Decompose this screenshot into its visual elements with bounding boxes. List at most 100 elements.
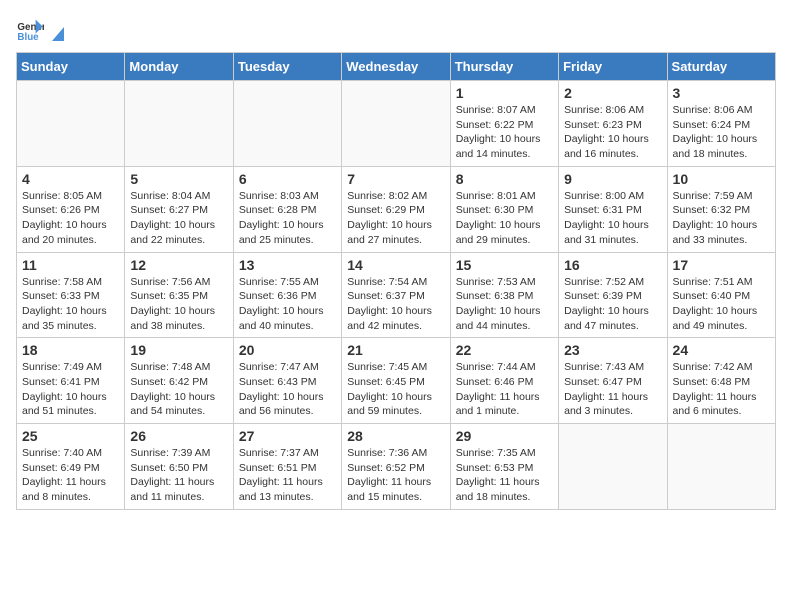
day-number: 7 xyxy=(347,171,444,187)
day-info: Sunrise: 7:39 AMSunset: 6:50 PMDaylight:… xyxy=(130,446,227,505)
calendar-cell: 25Sunrise: 7:40 AMSunset: 6:49 PMDayligh… xyxy=(17,424,125,510)
day-number: 21 xyxy=(347,342,444,358)
logo-icon: General Blue xyxy=(16,16,44,44)
day-number: 15 xyxy=(456,257,553,273)
day-info: Sunrise: 7:55 AMSunset: 6:36 PMDaylight:… xyxy=(239,275,336,334)
column-header-sunday: Sunday xyxy=(17,53,125,81)
page-header: General Blue xyxy=(16,16,776,44)
calendar-week-row: 1 Sunrise: 8:07 AMSunset: 6:22 PMDaylight… xyxy=(17,81,776,167)
calendar-week-row: 11 Sunrise: 7:58 AMSunset: 6:33 PMDayligh… xyxy=(17,252,776,338)
day-info: Sunrise: 8:00 AMSunset: 6:31 PMDaylight:… xyxy=(564,189,661,248)
day-number: 26 xyxy=(130,428,227,444)
calendar-cell: 10 Sunrise: 7:59 AMSunset: 6:32 PMDayligh… xyxy=(667,166,775,252)
column-header-thursday: Thursday xyxy=(450,53,558,81)
day-info: Sunrise: 8:04 AMSunset: 6:27 PMDaylight:… xyxy=(130,189,227,248)
column-header-friday: Friday xyxy=(559,53,667,81)
calendar-cell: 12 Sunrise: 7:56 AMSunset: 6:35 PMDayligh… xyxy=(125,252,233,338)
day-info: Sunrise: 7:53 AMSunset: 6:38 PMDaylight:… xyxy=(456,275,553,334)
day-number: 14 xyxy=(347,257,444,273)
day-info: Sunrise: 7:56 AMSunset: 6:35 PMDaylight:… xyxy=(130,275,227,334)
day-number: 4 xyxy=(22,171,119,187)
day-info: Sunrise: 7:52 AMSunset: 6:39 PMDaylight:… xyxy=(564,275,661,334)
day-info: Sunrise: 8:06 AMSunset: 6:24 PMDaylight:… xyxy=(673,103,770,162)
calendar-cell: 6Sunrise: 8:03 AMSunset: 6:28 PMDaylight… xyxy=(233,166,341,252)
calendar-cell: 21 Sunrise: 7:45 AMSunset: 6:45 PMDayligh… xyxy=(342,338,450,424)
calendar-cell xyxy=(233,81,341,167)
calendar-cell: 7 Sunrise: 8:02 AMSunset: 6:29 PMDaylight… xyxy=(342,166,450,252)
column-header-tuesday: Tuesday xyxy=(233,53,341,81)
svg-text:Blue: Blue xyxy=(17,32,39,43)
day-info: Sunrise: 7:37 AMSunset: 6:51 PMDaylight:… xyxy=(239,446,336,505)
day-info: Sunrise: 7:51 AMSunset: 6:40 PMDaylight:… xyxy=(673,275,770,334)
day-number: 8 xyxy=(456,171,553,187)
day-number: 12 xyxy=(130,257,227,273)
calendar-cell: 18Sunrise: 7:49 AMSunset: 6:41 PMDayligh… xyxy=(17,338,125,424)
day-number: 19 xyxy=(130,342,227,358)
day-info: Sunrise: 8:06 AMSunset: 6:23 PMDaylight:… xyxy=(564,103,661,162)
calendar-cell: 9 Sunrise: 8:00 AMSunset: 6:31 PMDaylight… xyxy=(559,166,667,252)
day-number: 13 xyxy=(239,257,336,273)
calendar-cell: 8Sunrise: 8:01 AMSunset: 6:30 PMDaylight… xyxy=(450,166,558,252)
day-info: Sunrise: 7:36 AMSunset: 6:52 PMDaylight:… xyxy=(347,446,444,505)
day-info: Sunrise: 8:07 AMSunset: 6:22 PMDaylight:… xyxy=(456,103,553,162)
calendar-cell: 14Sunrise: 7:54 AMSunset: 6:37 PMDayligh… xyxy=(342,252,450,338)
day-info: Sunrise: 7:45 AMSunset: 6:45 PMDaylight:… xyxy=(347,360,444,419)
day-info: Sunrise: 7:44 AMSunset: 6:46 PMDaylight:… xyxy=(456,360,553,419)
day-number: 3 xyxy=(673,85,770,101)
calendar-cell: 27 Sunrise: 7:37 AMSunset: 6:51 PMDayligh… xyxy=(233,424,341,510)
day-info: Sunrise: 7:48 AMSunset: 6:42 PMDaylight:… xyxy=(130,360,227,419)
day-number: 2 xyxy=(564,85,661,101)
day-info: Sunrise: 7:49 AMSunset: 6:41 PMDaylight:… xyxy=(22,360,119,419)
calendar-cell: 19 Sunrise: 7:48 AMSunset: 6:42 PMDayligh… xyxy=(125,338,233,424)
day-number: 5 xyxy=(130,171,227,187)
calendar-cell: 3 Sunrise: 8:06 AMSunset: 6:24 PMDaylight… xyxy=(667,81,775,167)
calendar-cell xyxy=(125,81,233,167)
day-number: 9 xyxy=(564,171,661,187)
calendar-cell: 29Sunrise: 7:35 AMSunset: 6:53 PMDayligh… xyxy=(450,424,558,510)
day-number: 28 xyxy=(347,428,444,444)
logo-triangle-icon xyxy=(48,23,68,43)
day-number: 29 xyxy=(456,428,553,444)
day-number: 20 xyxy=(239,342,336,358)
calendar-header: SundayMondayTuesdayWednesdayThursdayFrid… xyxy=(17,53,776,81)
calendar-cell: 5 Sunrise: 8:04 AMSunset: 6:27 PMDaylight… xyxy=(125,166,233,252)
calendar-cell: 28 Sunrise: 7:36 AMSunset: 6:52 PMDayligh… xyxy=(342,424,450,510)
day-number: 10 xyxy=(673,171,770,187)
day-number: 11 xyxy=(22,257,119,273)
day-info: Sunrise: 7:47 AMSunset: 6:43 PMDaylight:… xyxy=(239,360,336,419)
day-info: Sunrise: 7:59 AMSunset: 6:32 PMDaylight:… xyxy=(673,189,770,248)
day-number: 1 xyxy=(456,85,553,101)
day-number: 17 xyxy=(673,257,770,273)
calendar-cell: 16 Sunrise: 7:52 AMSunset: 6:39 PMDayligh… xyxy=(559,252,667,338)
calendar-cell: 20 Sunrise: 7:47 AMSunset: 6:43 PMDayligh… xyxy=(233,338,341,424)
calendar-cell: 26 Sunrise: 7:39 AMSunset: 6:50 PMDayligh… xyxy=(125,424,233,510)
calendar-week-row: 25Sunrise: 7:40 AMSunset: 6:49 PMDayligh… xyxy=(17,424,776,510)
column-header-wednesday: Wednesday xyxy=(342,53,450,81)
day-info: Sunrise: 8:03 AMSunset: 6:28 PMDaylight:… xyxy=(239,189,336,248)
day-number: 27 xyxy=(239,428,336,444)
column-header-saturday: Saturday xyxy=(667,53,775,81)
calendar-cell xyxy=(667,424,775,510)
calendar-cell: 24Sunrise: 7:42 AMSunset: 6:48 PMDayligh… xyxy=(667,338,775,424)
calendar-week-row: 18Sunrise: 7:49 AMSunset: 6:41 PMDayligh… xyxy=(17,338,776,424)
calendar-header-row: SundayMondayTuesdayWednesdayThursdayFrid… xyxy=(17,53,776,81)
day-info: Sunrise: 8:02 AMSunset: 6:29 PMDaylight:… xyxy=(347,189,444,248)
calendar-week-row: 4Sunrise: 8:05 AMSunset: 6:26 PMDaylight… xyxy=(17,166,776,252)
calendar-cell: 13 Sunrise: 7:55 AMSunset: 6:36 PMDayligh… xyxy=(233,252,341,338)
calendar-cell: 23Sunrise: 7:43 AMSunset: 6:47 PMDayligh… xyxy=(559,338,667,424)
calendar-table: SundayMondayTuesdayWednesdayThursdayFrid… xyxy=(16,52,776,510)
calendar-cell: 15 Sunrise: 7:53 AMSunset: 6:38 PMDayligh… xyxy=(450,252,558,338)
day-number: 22 xyxy=(456,342,553,358)
logo: General Blue xyxy=(16,16,68,44)
day-number: 16 xyxy=(564,257,661,273)
calendar-cell xyxy=(342,81,450,167)
day-number: 25 xyxy=(22,428,119,444)
calendar-cell: 22 Sunrise: 7:44 AMSunset: 6:46 PMDayligh… xyxy=(450,338,558,424)
calendar-cell: 17 Sunrise: 7:51 AMSunset: 6:40 PMDayligh… xyxy=(667,252,775,338)
calendar-cell: 4Sunrise: 8:05 AMSunset: 6:26 PMDaylight… xyxy=(17,166,125,252)
calendar-cell: 11 Sunrise: 7:58 AMSunset: 6:33 PMDayligh… xyxy=(17,252,125,338)
calendar-cell: 2 Sunrise: 8:06 AMSunset: 6:23 PMDaylight… xyxy=(559,81,667,167)
day-info: Sunrise: 7:58 AMSunset: 6:33 PMDaylight:… xyxy=(22,275,119,334)
day-info: Sunrise: 7:43 AMSunset: 6:47 PMDaylight:… xyxy=(564,360,661,419)
day-info: Sunrise: 7:42 AMSunset: 6:48 PMDaylight:… xyxy=(673,360,770,419)
